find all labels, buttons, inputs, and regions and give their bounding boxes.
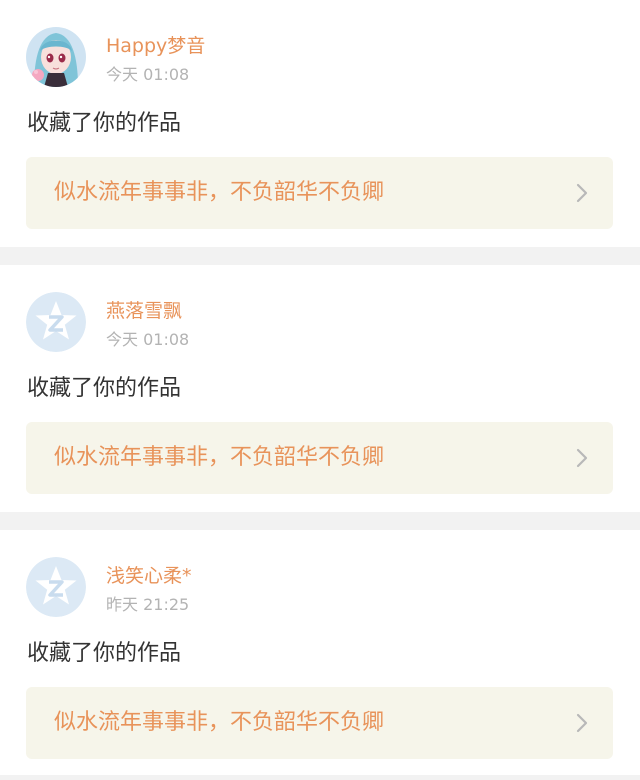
work-title: 似水流年事事非，不负韶华不负卿 [54,445,385,470]
work-link[interactable]: 似水流年事事非，不负韶华不负卿 [26,687,613,759]
chevron-right-icon [576,713,588,733]
username[interactable]: Happy梦音 [106,33,205,59]
work-title: 似水流年事事非，不负韶华不负卿 [54,710,385,735]
user-avatar[interactable] [26,27,86,87]
username[interactable]: 浅笑心柔* [106,563,192,589]
user-avatar[interactable] [26,292,86,352]
notification-card: 燕落雪飘 今天 01:08 收藏了你的作品 似水流年事事非，不负韶华不负卿 [0,265,640,512]
work-title: 似水流年事事非，不负韶华不负卿 [54,180,385,205]
work-link[interactable]: 似水流年事事非，不负韶华不负卿 [26,157,613,229]
timestamp: 今天 01:08 [106,65,190,84]
notification-feed: Happy梦音 今天 01:08 收藏了你的作品 似水流年事事非，不负韶华不负卿… [0,0,640,780]
anime-girl-avatar-icon [26,27,86,87]
timestamp: 昨天 21:25 [106,595,190,614]
notification-card: 浅笑心柔* 昨天 21:25 收藏了你的作品 似水流年事事非，不负韶华不负卿 [0,530,640,775]
chevron-right-icon [576,183,588,203]
notification-card: Happy梦音 今天 01:08 收藏了你的作品 似水流年事事非，不负韶华不负卿 [0,0,640,247]
user-avatar[interactable] [26,557,86,617]
username[interactable]: 燕落雪飘 [106,298,182,324]
action-text: 收藏了你的作品 [27,376,182,401]
action-text: 收藏了你的作品 [27,111,182,136]
default-avatar-icon [26,292,86,352]
default-avatar-icon [26,557,86,617]
timestamp: 今天 01:08 [106,330,190,349]
chevron-right-icon [576,448,588,468]
action-text: 收藏了你的作品 [27,641,182,666]
work-link[interactable]: 似水流年事事非，不负韶华不负卿 [26,422,613,494]
